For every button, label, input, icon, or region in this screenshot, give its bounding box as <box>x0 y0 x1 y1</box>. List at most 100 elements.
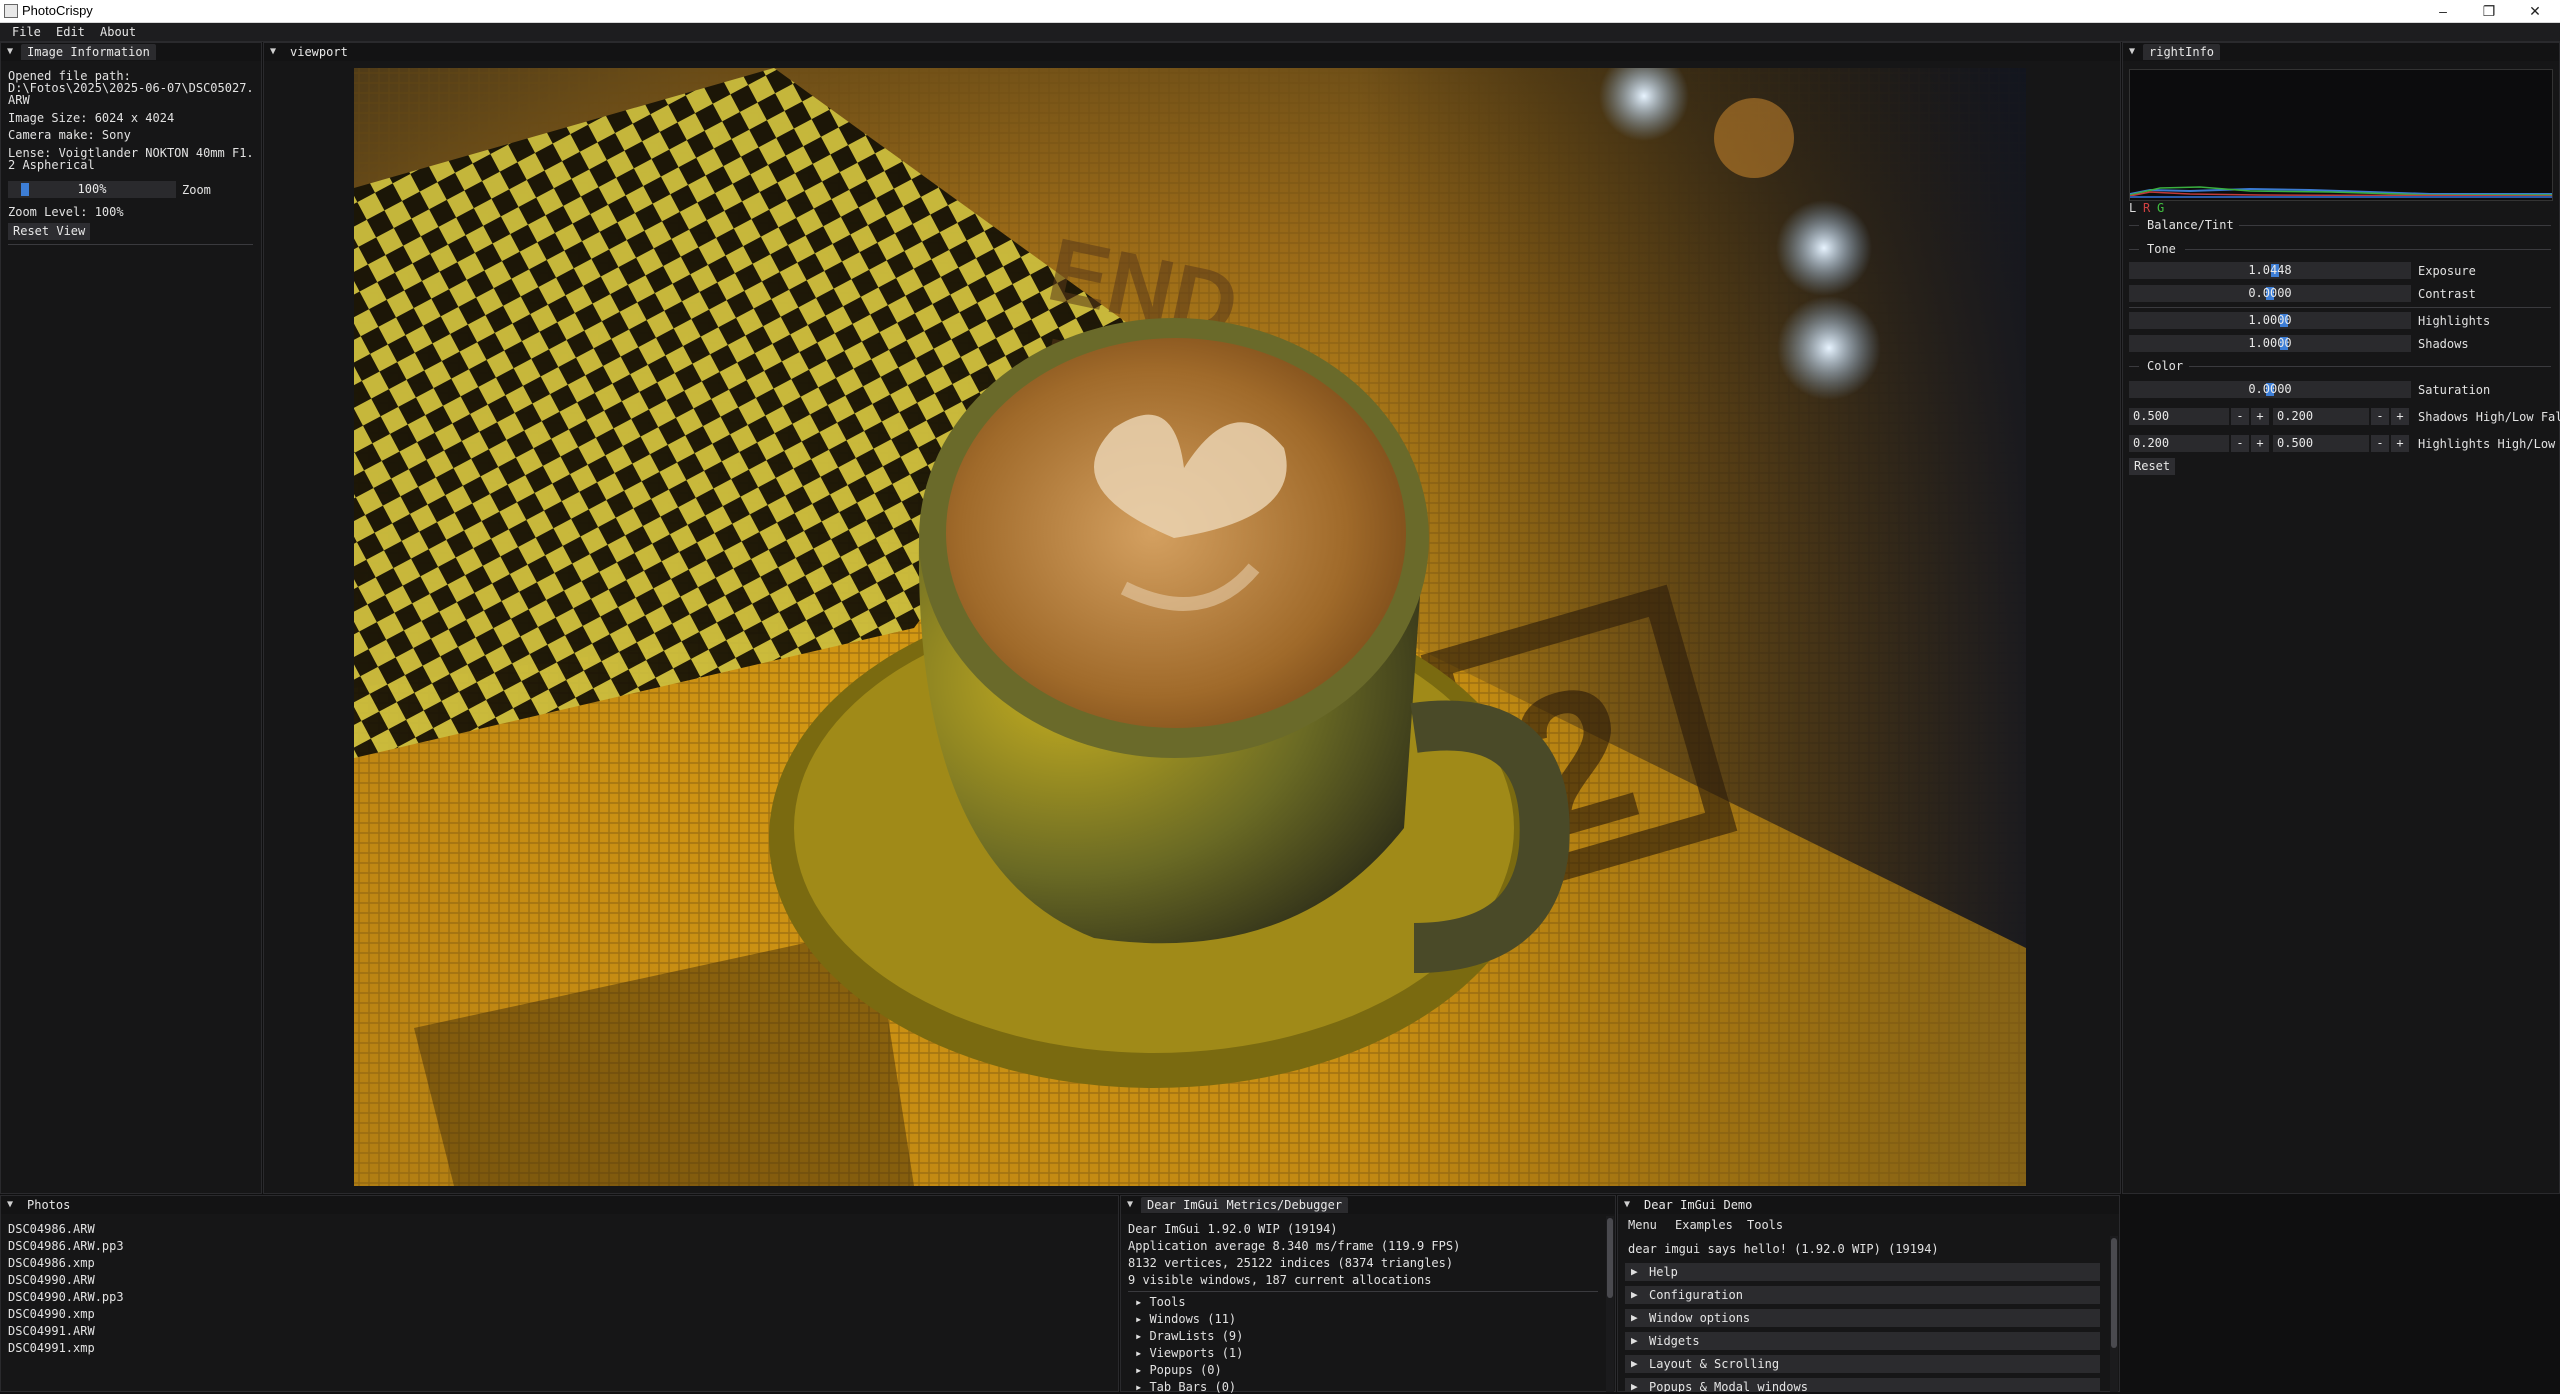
color-header: Color <box>2147 359 2184 373</box>
shadows-low-plus-button[interactable]: + <box>2391 408 2409 425</box>
shadows-low-value: 0.200 <box>2277 409 2314 423</box>
file-path-line2: ARW <box>8 93 30 107</box>
expand-arrow-icon: ▶ <box>1631 1357 1638 1370</box>
photo-file-item[interactable]: DSC04990.xmp <box>8 1307 95 1321</box>
expand-arrow-icon: ▸ <box>1135 1295 1150 1309</box>
shadows-high-plus-button[interactable]: + <box>2251 408 2269 425</box>
highlights-low-minus-button[interactable]: - <box>2371 435 2389 452</box>
window-count: 9 visible windows, 187 current allocatio… <box>1128 1273 1432 1287</box>
demo-menu-menu[interactable]: Menu <box>1628 1218 1657 1232</box>
exposure-slider[interactable]: 1.0448 <box>2129 262 2411 279</box>
window-title: PhotoCrispy <box>22 3 93 18</box>
close-button[interactable]: ✕ <box>2512 0 2558 22</box>
tab-imgui-demo[interactable]: Dear ImGui Demo <box>1638 1197 1758 1213</box>
menu-file[interactable]: File <box>12 25 41 39</box>
histogram-legend-g: G <box>2157 201 2165 215</box>
contrast-label: Contrast <box>2418 287 2476 301</box>
saturation-label: Saturation <box>2418 383 2491 397</box>
menu-edit[interactable]: Edit <box>56 25 85 39</box>
highlights-label: Highlights <box>2418 314 2491 328</box>
scrollbar-thumb[interactable] <box>1607 1218 1613 1298</box>
shadows-slider[interactable]: 1.0000 <box>2129 335 2411 352</box>
photo-file-item[interactable]: DSC04986.xmp <box>8 1256 95 1270</box>
lense-line2: 2 Aspherical <box>8 158 95 172</box>
collapse-icon[interactable]: ▼ <box>1624 1199 1630 1210</box>
zoom-slider-value: 100% <box>77 182 107 196</box>
demo-header-help[interactable]: ▶ Help <box>1625 1263 2100 1281</box>
photo-file-item[interactable]: DSC04991.xmp <box>8 1341 95 1355</box>
photo-file-item[interactable]: DSC04986.ARW.pp3 <box>8 1239 124 1253</box>
reset-view-button[interactable]: Reset View <box>8 223 91 240</box>
expand-arrow-icon: ▶ <box>1631 1334 1638 1347</box>
restore-button[interactable]: ❐ <box>2466 0 2512 22</box>
metrics-tree-label: Windows (11) <box>1149 1312 1237 1326</box>
tab-image-information[interactable]: Image Information <box>21 44 156 60</box>
demo-menu-tools[interactable]: Tools <box>1747 1218 1783 1232</box>
main-menu-bar: File Edit About <box>0 23 2560 42</box>
saturation-value: 0.0000 <box>2248 382 2292 396</box>
shadows-high-minus-button[interactable]: - <box>2231 408 2249 425</box>
menu-about[interactable]: About <box>100 25 136 39</box>
image-information-panel: ▼ Image Information Opened file path: D:… <box>0 42 262 1194</box>
zoom-slider[interactable]: 100% <box>8 181 176 198</box>
highlights-high-plus-button[interactable]: + <box>2251 435 2269 452</box>
collapse-icon[interactable]: ▼ <box>270 46 276 57</box>
contrast-slider[interactable]: 0.0000 <box>2129 285 2411 302</box>
photo-file-item[interactable]: DSC04991.ARW <box>8 1324 95 1338</box>
photo-file-item[interactable]: DSC04990.ARW.pp3 <box>8 1290 124 1304</box>
demo-header-widgets[interactable]: ▶ Widgets <box>1625 1332 2100 1350</box>
panel-title-bar: ▼ viewport <box>264 43 2120 61</box>
metrics-tree-node[interactable]: ▸ Popups (0) <box>1135 1363 1222 1377</box>
tab-photos[interactable]: Photos <box>21 1197 76 1213</box>
demo-header-label: Configuration <box>1649 1288 1743 1302</box>
shadows-low-minus-button[interactable]: - <box>2371 408 2389 425</box>
photo-file-item[interactable]: DSC04990.ARW <box>8 1273 95 1287</box>
metrics-tree-node[interactable]: ▸ Tools <box>1135 1295 1186 1309</box>
expand-arrow-icon: ▶ <box>1631 1311 1638 1324</box>
histogram-graph <box>2129 186 2553 198</box>
demo-header-window-options[interactable]: ▶ Window options <box>1625 1309 2100 1327</box>
demo-header-label: Widgets <box>1649 1334 1700 1348</box>
metrics-tree-node[interactable]: ▸ DrawLists (9) <box>1135 1329 1243 1343</box>
shadows-high-value: 0.500 <box>2133 409 2170 423</box>
collapse-icon[interactable]: ▼ <box>7 46 13 57</box>
demo-menu-examples[interactable]: Examples <box>1675 1218 1733 1232</box>
contrast-value: 0.0000 <box>2248 286 2292 300</box>
panel-title-bar: ▼ Dear ImGui Demo <box>1618 1196 2119 1214</box>
highlights-low-plus-button[interactable]: + <box>2391 435 2409 452</box>
highlights-slider[interactable]: 1.0000 <box>2129 312 2411 329</box>
tab-metrics[interactable]: Dear ImGui Metrics/Debugger <box>1141 1197 1349 1213</box>
expand-arrow-icon: ▸ <box>1135 1329 1150 1343</box>
right-info-panel: ▼ rightInfo L R G Balance/Tint Tone 1.04… <box>2122 42 2560 1194</box>
exposure-label: Exposure <box>2418 264 2476 278</box>
collapse-icon[interactable]: ▼ <box>2129 46 2135 57</box>
metrics-tree-node[interactable]: ▸ Viewports (1) <box>1135 1346 1243 1360</box>
shadows-value: 1.0000 <box>2248 336 2292 350</box>
tab-right-info[interactable]: rightInfo <box>2143 44 2221 60</box>
metrics-scrollbar[interactable] <box>1606 1216 1614 1392</box>
demo-header-label: Popups & Modal windows <box>1649 1380 1808 1392</box>
highlights-low-input[interactable]: 0.500 <box>2273 435 2369 452</box>
shadows-low-input[interactable]: 0.200 <box>2273 408 2369 425</box>
saturation-slider[interactable]: 0.0000 <box>2129 381 2411 398</box>
tab-viewport[interactable]: viewport <box>284 44 354 60</box>
collapse-icon[interactable]: ▼ <box>7 1199 13 1210</box>
highlights-low-value: 0.500 <box>2277 436 2314 450</box>
highlights-high-low-label: Highlights High/Low <box>2418 437 2556 451</box>
collapse-icon[interactable]: ▼ <box>1127 1199 1133 1210</box>
app-icon <box>4 4 18 18</box>
metrics-tree-node[interactable]: ▸ Windows (11) <box>1135 1312 1236 1326</box>
scrollbar-thumb[interactable] <box>2111 1238 2117 1348</box>
minimize-button[interactable]: – <box>2420 0 2466 22</box>
highlights-high-minus-button[interactable]: - <box>2231 435 2249 452</box>
highlights-high-input[interactable]: 0.200 <box>2129 435 2229 452</box>
photo-file-item[interactable]: DSC04986.ARW <box>8 1222 95 1236</box>
demo-scrollbar[interactable] <box>2110 1236 2118 1392</box>
shadows-high-input[interactable]: 0.500 <box>2129 408 2229 425</box>
reset-adjustments-button[interactable]: Reset <box>2129 458 2176 475</box>
demo-header-layout-scrolling[interactable]: ▶ Layout & Scrolling <box>1625 1355 2100 1373</box>
photo-canvas[interactable]: END MDIA 2 <box>354 68 2026 1186</box>
demo-header-popups-modal-windows[interactable]: ▶ Popups & Modal windows <box>1625 1378 2100 1392</box>
demo-header-configuration[interactable]: ▶ Configuration <box>1625 1286 2100 1304</box>
file-path-line1: D:\Fotos\2025\2025-06-07\DSC05027. <box>8 81 254 95</box>
